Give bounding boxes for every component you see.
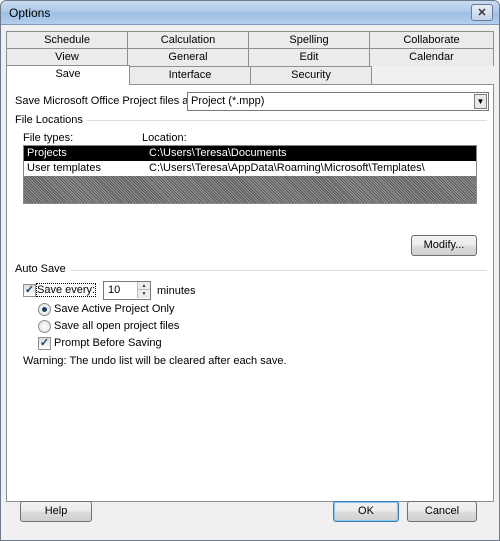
file-types-header: File types: (23, 132, 74, 144)
tab-general[interactable]: General (127, 48, 249, 66)
dropdown-button[interactable]: ▼ (474, 94, 487, 109)
save-every-label: Save every: (35, 283, 97, 297)
radio-selected-dot (42, 307, 47, 312)
location-header: Location: (142, 132, 187, 144)
file-type-cell: User templates (27, 162, 101, 174)
tab-save[interactable]: Save (6, 65, 130, 85)
tab-security[interactable]: Security (250, 66, 372, 84)
title-bar: Options ✕ (1, 1, 499, 25)
divider (71, 270, 487, 271)
spin-up-button[interactable]: ▲ (137, 282, 150, 290)
chevron-down-icon: ▼ (476, 97, 485, 106)
spin-down-button[interactable]: ▼ (137, 290, 150, 298)
tab-interface[interactable]: Interface (129, 66, 251, 84)
chevron-down-icon: ▼ (141, 291, 147, 297)
prompt-before-saving-checkbox[interactable]: ✓ (38, 337, 51, 350)
close-button[interactable]: ✕ (471, 4, 493, 21)
options-dialog: Options ✕ Schedule Calculation Spelling … (0, 0, 500, 541)
save-format-label: Save Microsoft Office Project files as: (15, 95, 197, 107)
file-type-cell: Projects (27, 147, 67, 159)
save-active-label: Save Active Project Only (54, 303, 175, 315)
prompt-before-saving-label: Prompt Before Saving (54, 337, 162, 349)
tab-edit[interactable]: Edit (248, 48, 370, 66)
tab-view[interactable]: View (6, 48, 128, 66)
location-cell: C:\Users\Teresa\AppData\Roaming\Microsof… (149, 162, 425, 174)
window-title: Options (9, 6, 51, 20)
save-format-value: Project (*.mpp) (191, 95, 265, 107)
cancel-button[interactable]: Cancel (407, 501, 477, 522)
modify-button[interactable]: Modify... (411, 235, 477, 256)
tab-calculation[interactable]: Calculation (127, 31, 249, 49)
save-tab-panel: Save Microsoft Office Project files as: … (6, 84, 494, 502)
save-format-select[interactable]: Project (*.mpp) ▼ (187, 92, 489, 111)
file-locations-heading: File Locations (15, 114, 83, 126)
save-all-radio[interactable] (38, 320, 51, 333)
save-active-radio[interactable] (38, 303, 51, 316)
divider (87, 120, 487, 121)
minutes-label: minutes (157, 285, 196, 297)
help-button[interactable]: Help (20, 501, 92, 522)
chevron-up-icon: ▲ (141, 283, 147, 289)
warning-text: Warning: The undo list will be cleared a… (23, 355, 287, 367)
list-item[interactable]: User templates C:\Users\Teresa\AppData\R… (24, 161, 476, 176)
ok-button[interactable]: OK (333, 501, 399, 522)
location-cell: C:\Users\Teresa\Documents (149, 147, 287, 159)
tab-schedule[interactable]: Schedule (6, 31, 128, 49)
file-locations-list[interactable]: Projects C:\Users\Teresa\Documents User … (23, 145, 477, 204)
save-every-checkbox[interactable]: ✓ (23, 284, 36, 297)
tab-calendar[interactable]: Calendar (369, 48, 494, 66)
list-item[interactable]: Projects C:\Users\Teresa\Documents (24, 146, 476, 161)
auto-save-heading: Auto Save (15, 263, 66, 275)
close-icon: ✕ (477, 7, 487, 19)
save-all-label: Save all open project files (54, 320, 180, 332)
dialog-client: Schedule Calculation Spelling Collaborat… (2, 26, 498, 540)
tab-spelling[interactable]: Spelling (248, 31, 370, 49)
tab-collaborate[interactable]: Collaborate (369, 31, 494, 49)
minutes-stepper[interactable]: 10 ▲ ▼ (103, 281, 151, 300)
minutes-value: 10 (108, 284, 121, 296)
